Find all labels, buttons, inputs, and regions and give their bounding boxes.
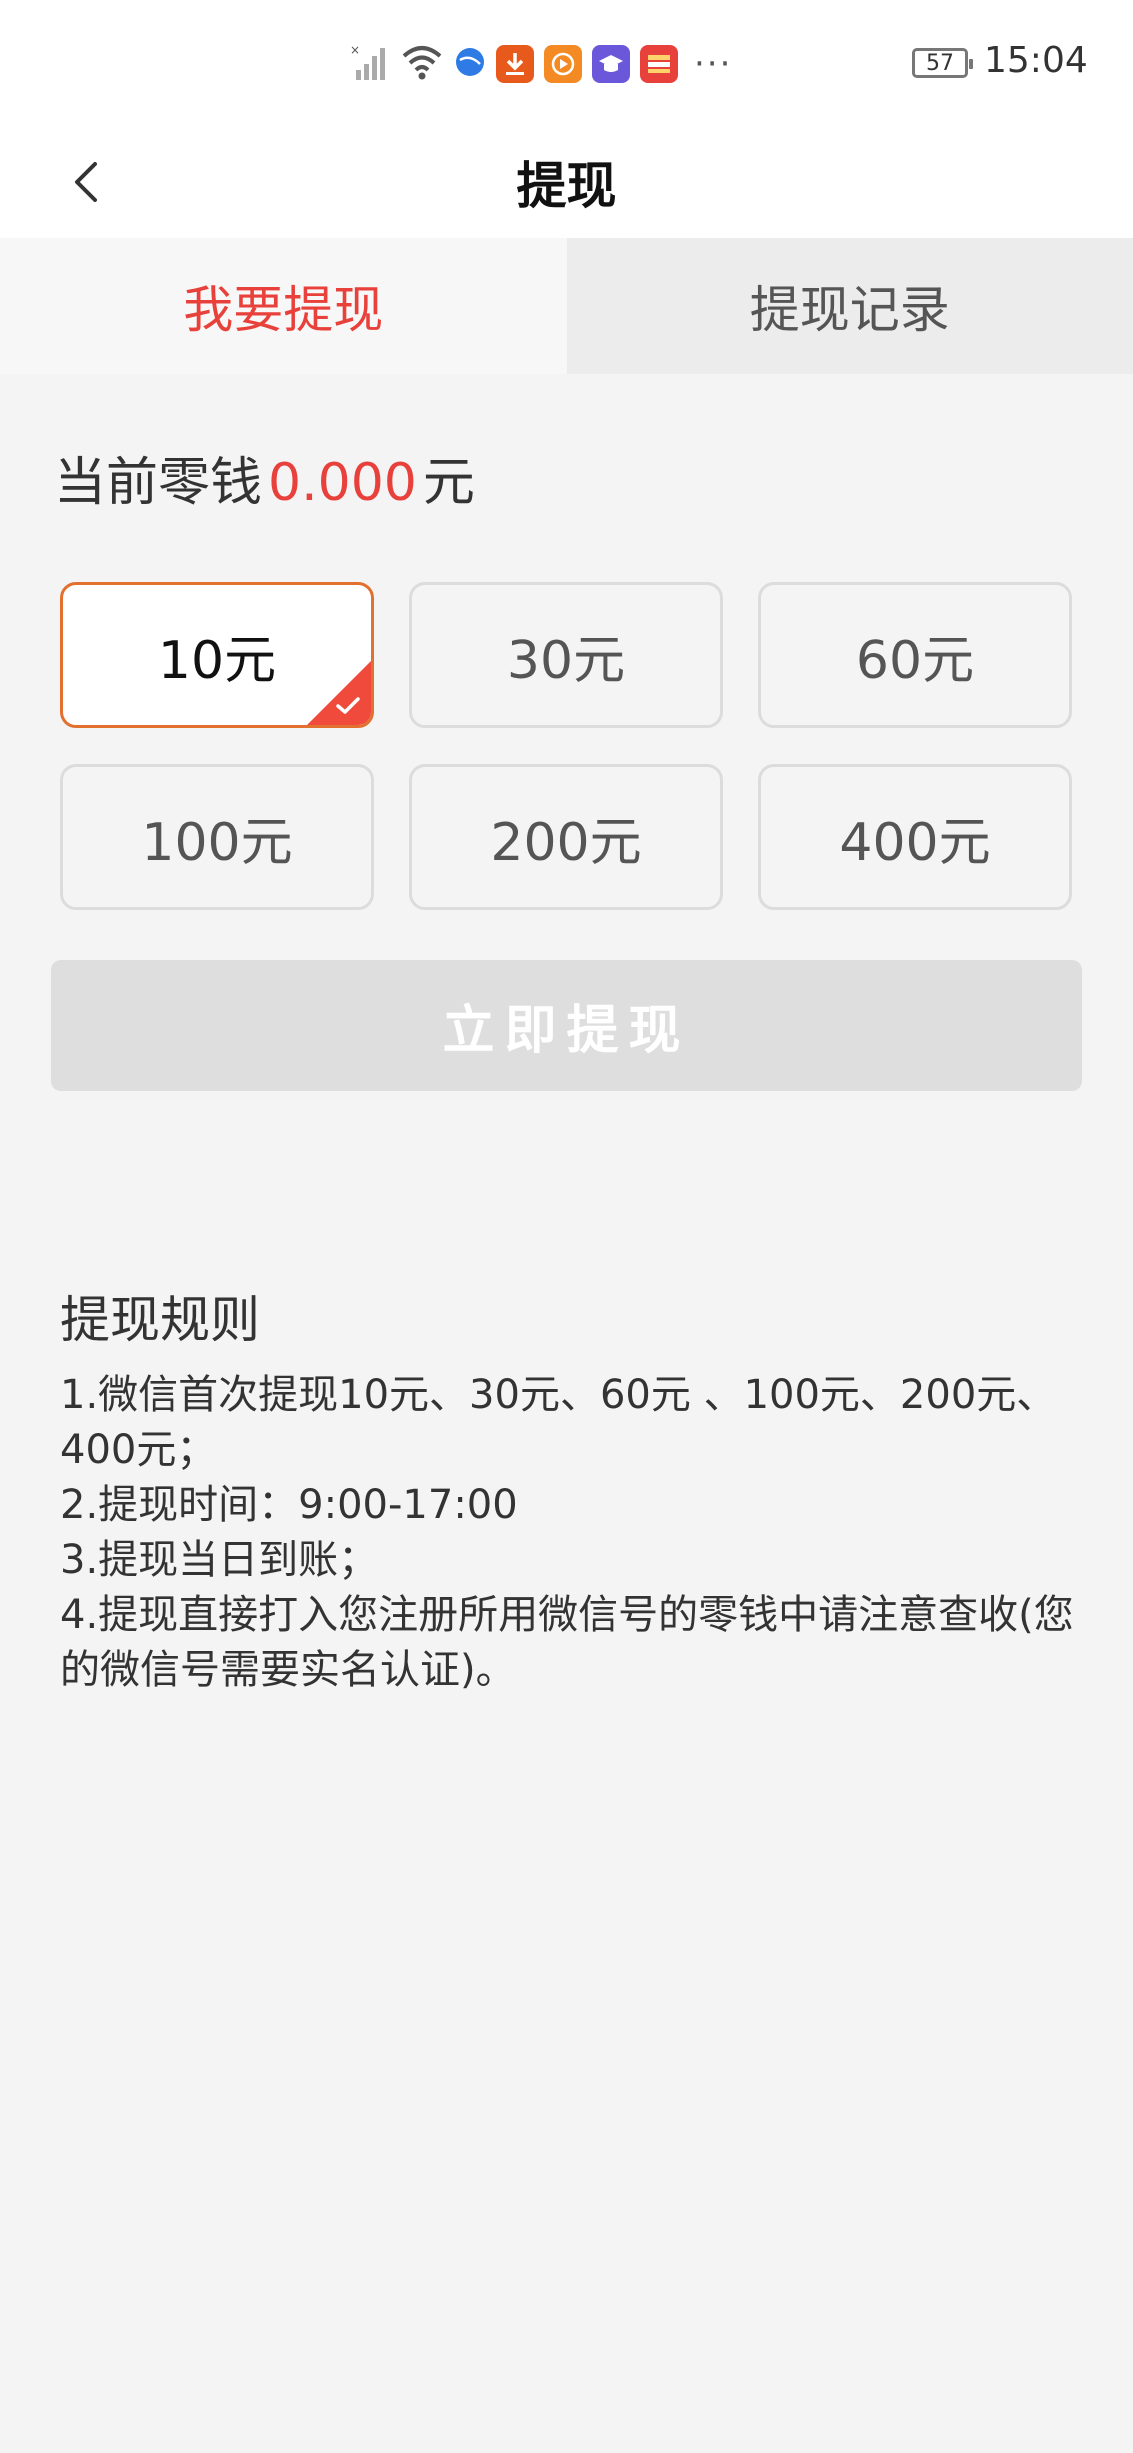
amount-option-10[interactable]: 10元 xyxy=(60,582,374,728)
status-time: 15:04 xyxy=(984,40,1088,81)
amount-option-label: 100元 xyxy=(141,812,293,873)
amount-option-label: 400元 xyxy=(839,812,991,873)
amount-option-100[interactable]: 100元 xyxy=(60,764,374,910)
more-notifications-icon: ··· xyxy=(694,44,733,84)
tab-withdraw-records[interactable]: 提现记录 xyxy=(566,238,1133,374)
rule-item: 4.提现直接打入您注册所用微信号的零钱中请注意查收(您的微信号需要实名认证)。 xyxy=(60,1592,1074,1693)
balance-unit: 元 xyxy=(422,453,475,513)
status-icons: × ··· xyxy=(350,42,732,86)
browser-globe-icon xyxy=(454,46,486,82)
study-app-icon xyxy=(592,45,630,83)
page-title: 提现 xyxy=(516,157,617,215)
checkmark-icon xyxy=(333,691,363,721)
video-app-icon xyxy=(544,45,582,83)
nav-bar: 提现 xyxy=(0,128,1133,238)
amount-option-label: 60元 xyxy=(855,630,975,691)
tab-bar: 我要提现 提现记录 xyxy=(0,238,1133,374)
amount-option-60[interactable]: 60元 xyxy=(758,582,1072,728)
rule-item: 2.提现时间：9:00-17:00 xyxy=(60,1482,518,1528)
battery-icon: 57 xyxy=(912,48,973,78)
balance-amount: 0.000 xyxy=(268,453,417,513)
withdraw-now-button[interactable]: 立即提现 xyxy=(51,960,1082,1091)
rules-title: 提现规则 xyxy=(60,1291,260,1349)
status-bar: × ··· 57 15:04 xyxy=(0,0,1133,128)
svg-text:×: × xyxy=(350,43,360,57)
wifi-icon xyxy=(400,42,444,86)
balance-label: 当前零钱 xyxy=(54,453,263,513)
rule-item: 3.提现当日到账； xyxy=(60,1537,379,1583)
cellular-signal-icon: × xyxy=(350,42,390,86)
amount-option-label: 200元 xyxy=(490,812,642,873)
tab-withdraw[interactable]: 我要提现 xyxy=(0,238,567,374)
amount-option-label: 10元 xyxy=(157,630,277,691)
amount-options: 10元 30元 60元 100元 200元 400元 xyxy=(60,582,1073,910)
amount-option-label: 30元 xyxy=(506,630,626,691)
rule-item: 1.微信首次提现10元、30元、60元 、100元、200元、400元； xyxy=(60,1372,1057,1473)
balance-row: 当前零钱 0.000 元 xyxy=(54,440,475,515)
amount-option-200[interactable]: 200元 xyxy=(409,764,723,910)
amount-option-400[interactable]: 400元 xyxy=(758,764,1072,910)
amount-option-30[interactable]: 30元 xyxy=(409,582,723,728)
wallet-app-icon xyxy=(640,45,678,83)
withdraw-rules: 提现规则 1.微信首次提现10元、30元、60元 、100元、200元、400元… xyxy=(60,1280,1080,1698)
battery-level: 57 xyxy=(926,50,954,76)
download-app-icon xyxy=(496,45,534,83)
